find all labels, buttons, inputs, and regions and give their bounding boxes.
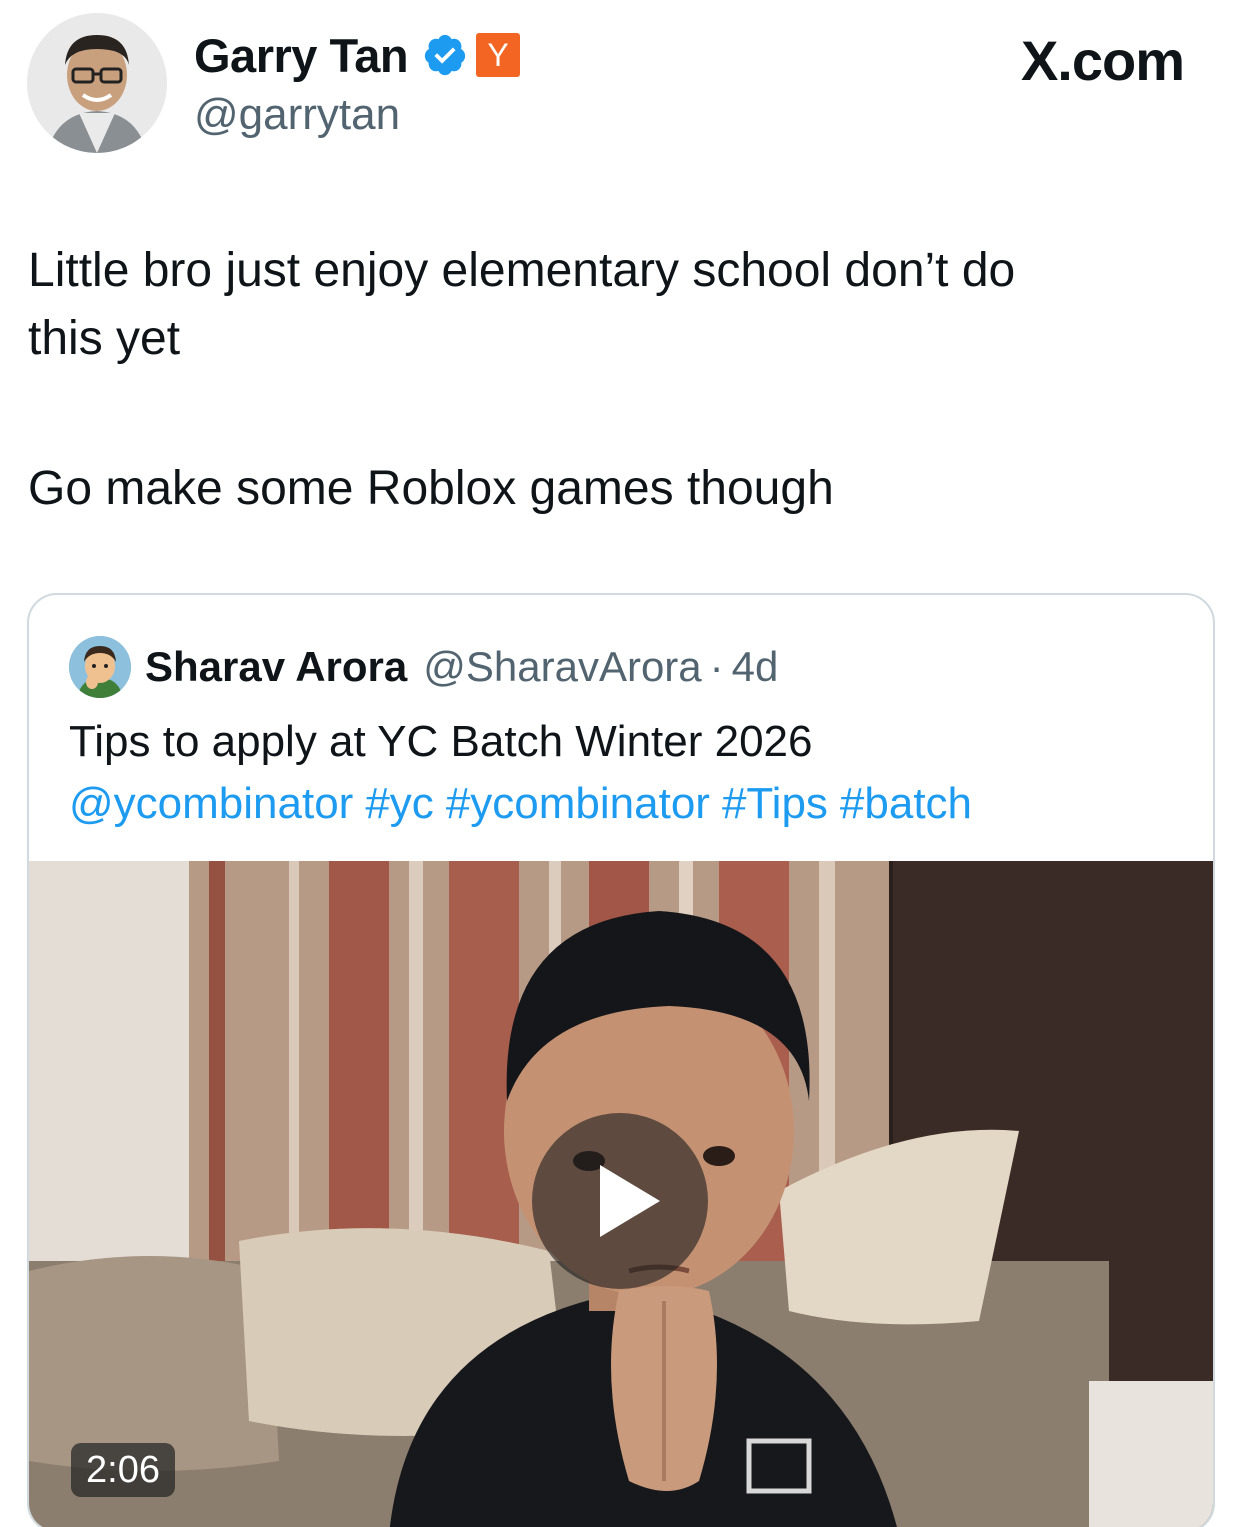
- video-duration-badge: 2:06: [71, 1443, 175, 1497]
- quoted-tweet-time[interactable]: 4d: [732, 643, 779, 691]
- site-label: X.com: [1020, 29, 1185, 92]
- tweet-text-line: Go make some Roblox games though: [28, 462, 834, 515]
- separator-dot: ·: [709, 643, 724, 690]
- mention-link[interactable]: @ycombinator: [69, 779, 353, 828]
- tweet-text-line: Little bro just enjoy elementary school …: [28, 244, 1016, 297]
- play-button[interactable]: [532, 1113, 708, 1289]
- hashtag-link[interactable]: #Tips: [722, 779, 828, 828]
- verified-badge-icon: [422, 32, 468, 78]
- hashtag-link[interactable]: #yc: [365, 779, 433, 828]
- quoted-tweet-header: Sharav Arora @SharavArora · 4d: [69, 636, 779, 698]
- tweet-text-line: this yet: [28, 312, 181, 365]
- quoted-author-handle[interactable]: @SharavArora: [423, 643, 701, 691]
- quoted-tweet-text: Tips to apply at YC Batch Winter 2026: [69, 717, 813, 766]
- quoted-author-avatar[interactable]: [69, 636, 131, 698]
- play-icon: [600, 1165, 660, 1237]
- quoted-tweet-card[interactable]: Sharav Arora @SharavArora · 4d Tips to a…: [27, 593, 1215, 1527]
- quoted-author-name[interactable]: Sharav Arora: [145, 643, 407, 691]
- author-name[interactable]: Garry Tan: [194, 28, 409, 83]
- hashtag-link[interactable]: #batch: [840, 779, 972, 828]
- author-handle[interactable]: @garrytan: [194, 90, 400, 140]
- yc-affiliation-badge[interactable]: Y: [476, 33, 521, 77]
- video-thumbnail[interactable]: 2:06: [29, 861, 1213, 1527]
- author-name-row: Garry Tan Y: [194, 28, 521, 83]
- author-avatar[interactable]: [27, 13, 167, 153]
- hashtag-link[interactable]: #ycombinator: [446, 779, 710, 828]
- quoted-tweet-links: @ycombinator #yc #ycombinator #Tips #batch: [69, 773, 984, 835]
